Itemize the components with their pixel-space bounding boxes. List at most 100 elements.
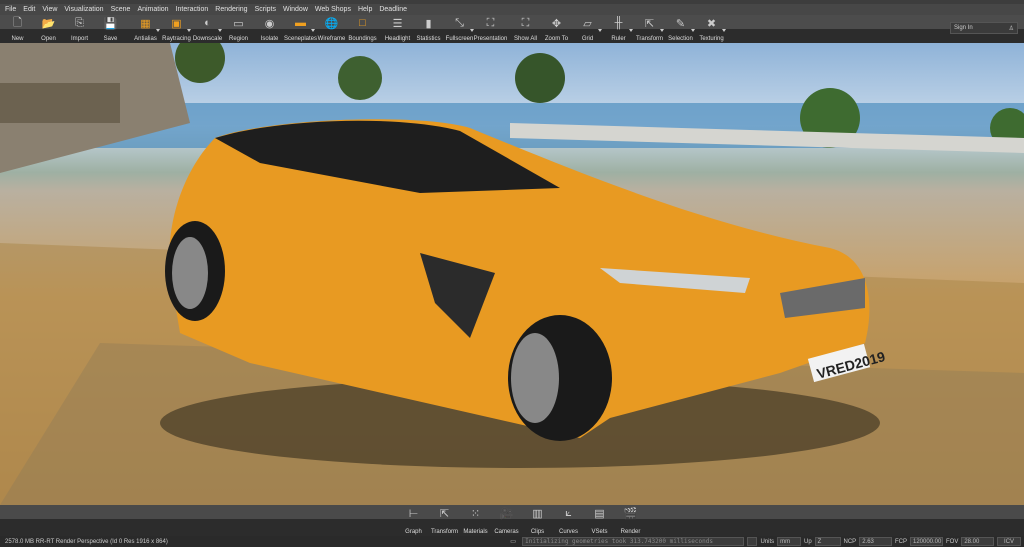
toolbar-downscale-button[interactable]: ◐ Downscale — [192, 15, 223, 43]
icv-button[interactable]: ICV — [997, 537, 1021, 546]
toolbar-presentation-button[interactable]: ⛶ Presentation — [473, 15, 508, 43]
button-label: Grid — [581, 36, 594, 42]
transform-icon: ⇱ — [644, 17, 655, 30]
headlight-icon: ☰ — [392, 17, 403, 30]
fov-input[interactable]: 28.00 — [961, 537, 995, 546]
file-icon: 🗋 — [13, 16, 22, 29]
log-button[interactable] — [747, 537, 758, 546]
menu-scripts[interactable]: Scripts — [255, 6, 276, 13]
toolbar-raytracing-button[interactable]: ▣ Raytracing — [161, 15, 192, 43]
texturing-icon: ✖ — [706, 17, 717, 30]
graph-icon: ⊢ — [408, 507, 419, 520]
status-info: 2578.0 MB RR-RT Render Perspective (Id 0… — [5, 538, 168, 545]
menu-help[interactable]: Help — [358, 6, 372, 13]
toolbar-open-button[interactable]: 📂 Open — [33, 15, 64, 43]
scene-render: VRED2019 — [0, 43, 1024, 505]
toolbar-show-all-button[interactable]: ⛶ Show All — [510, 15, 541, 43]
fcp-input[interactable]: 120000.00 — [909, 537, 943, 546]
camera-icon: 🎥 — [499, 507, 514, 520]
user-icon: ♙ — [1008, 26, 1014, 32]
units-label: Units — [760, 538, 775, 545]
sceneplates-icon: ▬ — [295, 17, 306, 29]
units-select[interactable]: mm — [777, 537, 801, 546]
button-label: Statistics — [416, 36, 441, 42]
menu-view[interactable]: View — [42, 6, 57, 13]
show-all-icon: ⛶ — [521, 16, 530, 29]
menu-file[interactable]: File — [5, 6, 16, 13]
sign-in-button[interactable]: Sign In ♙ — [950, 22, 1018, 34]
button-label: Cameras — [494, 529, 519, 535]
ruler-icon: ╫ — [614, 17, 623, 29]
toolbar-save-button[interactable]: 💾 Save — [95, 15, 126, 43]
log-output: Initializing geometries took 313.743200 … — [522, 537, 745, 546]
up-label: Up — [803, 538, 812, 545]
toolbar-sceneplates-button[interactable]: ▬ Sceneplates — [283, 15, 318, 43]
wireframe-icon: 🌐 — [324, 17, 339, 30]
terminal-icon: ▭ — [510, 539, 516, 545]
button-label: Raytracing — [162, 36, 191, 42]
toolbar-headlight-button[interactable]: ☰ Headlight — [382, 15, 413, 43]
toolbar-zoom-to-button[interactable]: ✥ Zoom To — [541, 15, 572, 43]
menu-scene[interactable]: Scene — [111, 6, 131, 13]
bottom-transform-button[interactable]: ⇱ Transform — [429, 505, 460, 536]
toolbar-ruler-button[interactable]: ╫ Ruler — [603, 15, 634, 43]
toolbar-statistics-button[interactable]: ▮ Statistics — [413, 15, 444, 43]
button-label: Headlight — [384, 36, 411, 42]
menu-rendering[interactable]: Rendering — [215, 6, 247, 13]
button-label: Materials — [463, 529, 488, 535]
render-viewport[interactable]: VRED2019 — [0, 43, 1024, 505]
selection-icon: ✎ — [675, 17, 686, 30]
button-label: VSets — [591, 529, 608, 535]
button-label: Wireframe — [317, 36, 346, 42]
toolbar-import-button[interactable]: ⎘ Import — [64, 15, 95, 43]
downscale-icon: ◐ — [204, 17, 211, 29]
curves-icon: ⟀ — [565, 506, 572, 519]
fcp-label: FCP — [894, 538, 907, 545]
menu-deadline[interactable]: Deadline — [379, 6, 407, 13]
toolbar-selection-button[interactable]: ✎ Selection — [665, 15, 696, 43]
import-icon: ⎘ — [75, 16, 84, 29]
gpu-icon: ▣ — [171, 17, 182, 30]
ncp-input[interactable]: 2.63 — [859, 537, 892, 546]
button-label: Transform — [635, 36, 664, 42]
status-bar: 2578.0 MB RR-RT Render Perspective (Id 0… — [0, 536, 1024, 547]
up-select[interactable]: Z — [814, 537, 841, 546]
bottom-clips-button[interactable]: ▥ Clips — [522, 505, 553, 536]
button-label: Curves — [558, 529, 578, 535]
toolbar-isolate-button[interactable]: ◉ Isolate — [254, 15, 285, 43]
bottom-cameras-button[interactable]: 🎥 Cameras — [491, 505, 522, 536]
menu-web-shops[interactable]: Web Shops — [315, 6, 351, 13]
bottom-curves-button[interactable]: ⟀ Curves — [553, 505, 584, 536]
toolbar-fullscreen-button[interactable]: ⤡ Fullscreen — [444, 15, 475, 43]
menu-interaction[interactable]: Interaction — [176, 6, 209, 13]
clips-icon: ▥ — [532, 507, 543, 520]
bottom-render-button[interactable]: 🎬 Render — [615, 505, 646, 536]
toolbar-boundings-button[interactable]: □ Boundings — [347, 15, 378, 43]
toolbar-grid-button[interactable]: ▱ Grid — [572, 15, 603, 43]
menu-animation[interactable]: Animation — [137, 6, 168, 13]
menu-window[interactable]: Window — [283, 6, 308, 13]
menu-edit[interactable]: Edit — [23, 6, 35, 13]
materials-icon: ⁙ — [470, 507, 481, 520]
vsets-icon: ▤ — [594, 507, 605, 520]
button-label: Ruler — [611, 36, 626, 42]
toolbar-new-button[interactable]: 🗋 New — [2, 15, 33, 43]
button-label: Clips — [530, 529, 545, 535]
toolbar-texturing-button[interactable]: ✖ Texturing — [696, 15, 727, 43]
button-label: Render — [620, 529, 641, 535]
main-toolbar: 🗋 New 📂 Open ⎘ Import 💾 Save ▦ Antialias ▣ Raytraci… — [0, 15, 1024, 43]
bottom-graph-button[interactable]: ⊢ Graph — [398, 505, 429, 536]
button-label: Presentation — [473, 36, 508, 42]
sign-in-label: Sign In — [954, 25, 973, 31]
bottom-vsets-button[interactable]: ▤ VSets — [584, 505, 615, 536]
toolbar-antialias-button[interactable]: ▦ Antialias — [130, 15, 161, 43]
menu-visualization[interactable]: Visualization — [64, 6, 103, 13]
button-label: Import — [70, 36, 88, 42]
toolbar-wireframe-button[interactable]: 🌐 Wireframe — [316, 15, 347, 43]
button-label: Sceneplates — [283, 36, 318, 42]
bottom-materials-button[interactable]: ⁙ Materials — [460, 505, 491, 536]
toolbar-transform-button[interactable]: ⇱ Transform — [634, 15, 665, 43]
zoom-to-icon: ✥ — [551, 17, 562, 30]
toolbar-region-button[interactable]: ▭ Region — [223, 15, 254, 43]
button-label: Antialias — [134, 36, 157, 42]
